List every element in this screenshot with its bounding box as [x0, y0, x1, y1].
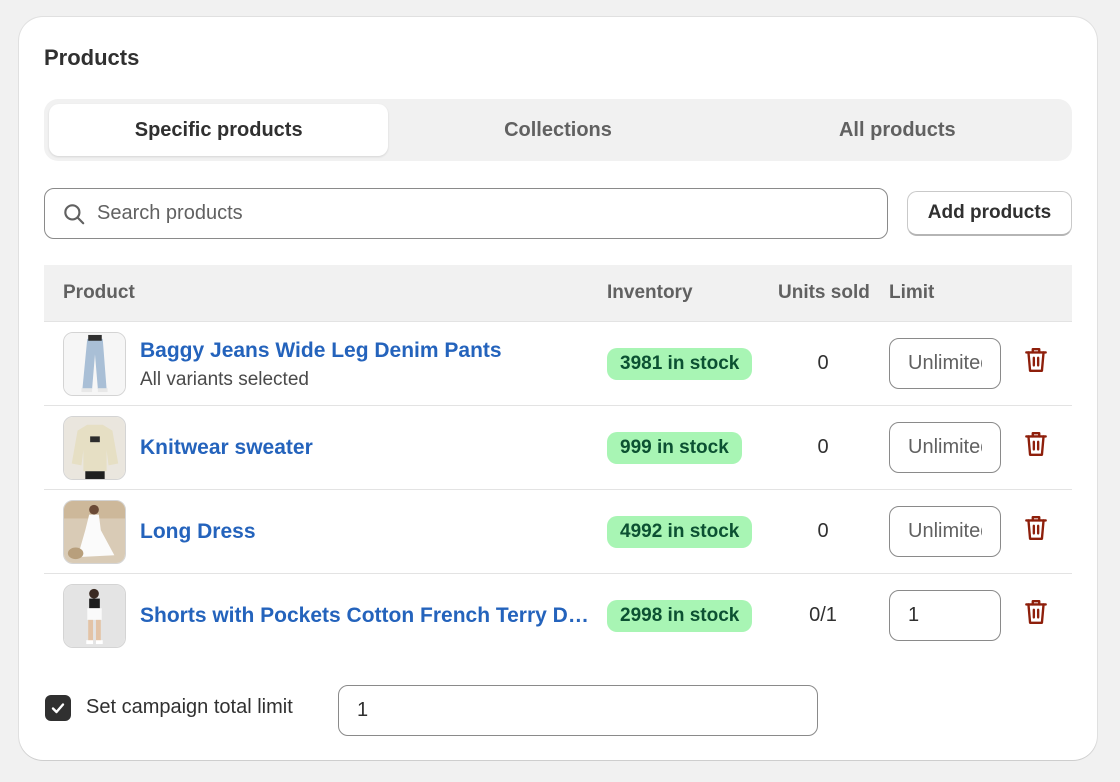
table-row: Shorts with Pockets Cotton French Terry …: [44, 574, 1072, 658]
table-row: Long Dress 4992 in stock 0: [44, 490, 1072, 574]
tab-all-products[interactable]: All products: [728, 104, 1067, 156]
units-sold-value: 0: [817, 436, 829, 458]
card-title: Products: [44, 45, 140, 70]
checkmark-icon: [51, 703, 65, 714]
table-row: Knitwear sweater 999 in stock 0: [44, 406, 1072, 490]
products-card: Products Specific products Collections A…: [19, 17, 1097, 760]
trash-icon[interactable]: [1023, 514, 1049, 542]
product-name-link[interactable]: Shorts with Pockets Cotton French Terry …: [140, 604, 592, 628]
inventory-badge: 2998 in stock: [607, 600, 753, 632]
column-header-units-sold: Units sold: [778, 282, 870, 303]
units-sold-value: 0/1: [809, 604, 837, 626]
column-header-product: Product: [63, 282, 135, 303]
product-variants-note: All variants selected: [140, 369, 309, 390]
product-thumbnail: [63, 332, 126, 396]
product-name-link[interactable]: Knitwear sweater: [140, 436, 313, 460]
limit-input[interactable]: [889, 338, 1001, 389]
limit-input[interactable]: [889, 422, 1001, 473]
search-input[interactable]: [97, 202, 857, 225]
product-name-link[interactable]: Baggy Jeans Wide Leg Denim Pants: [140, 339, 502, 363]
tab-collections[interactable]: Collections: [388, 104, 727, 156]
search-icon: [64, 203, 85, 224]
limit-input[interactable]: [889, 506, 1001, 557]
product-thumbnail: [63, 416, 126, 480]
table-row: Baggy Jeans Wide Leg Denim Pants All var…: [44, 322, 1072, 406]
trash-icon[interactable]: [1023, 346, 1049, 374]
column-header-limit: Limit: [889, 282, 935, 303]
inventory-badge: 4992 in stock: [607, 516, 753, 548]
units-sold-value: 0: [817, 520, 829, 542]
campaign-limit-row: Set campaign total limit: [44, 685, 844, 737]
product-thumbnail: [63, 500, 126, 564]
campaign-limit-label: Set campaign total limit: [86, 696, 293, 718]
limit-input[interactable]: [889, 590, 1001, 641]
inventory-badge: 3981 in stock: [607, 348, 753, 380]
table-header: Product Inventory Units sold Limit: [44, 265, 1072, 322]
product-name-link[interactable]: Long Dress: [140, 520, 256, 544]
trash-icon[interactable]: [1023, 598, 1049, 626]
campaign-limit-checkbox[interactable]: [45, 695, 71, 721]
product-scope-tabs: Specific products Collections All produc…: [44, 99, 1072, 161]
tab-specific-products[interactable]: Specific products: [49, 104, 389, 156]
units-sold-value: 0: [817, 352, 829, 374]
search-box: [44, 188, 888, 239]
add-products-button[interactable]: Add products: [907, 191, 1072, 236]
inventory-badge: 999 in stock: [607, 432, 742, 464]
product-thumbnail: [63, 584, 126, 648]
campaign-total-limit-input[interactable]: [338, 685, 818, 736]
products-table: Product Inventory Units sold Limit Baggy…: [44, 265, 1072, 658]
trash-icon[interactable]: [1023, 430, 1049, 458]
column-header-inventory: Inventory: [607, 282, 693, 303]
